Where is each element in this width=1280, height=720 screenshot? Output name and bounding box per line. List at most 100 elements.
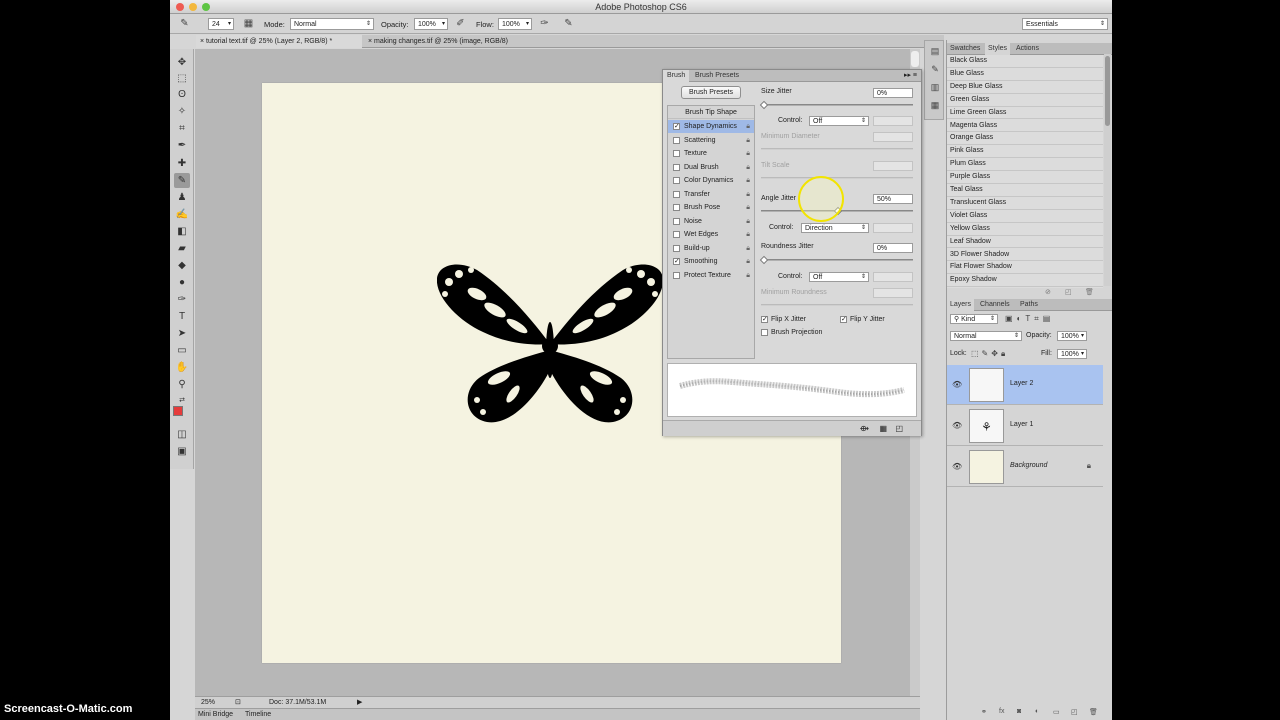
list-item-noise[interactable]: Noise 🔒︎ [668, 215, 754, 228]
mode-select[interactable]: Normal ⇕ [290, 18, 374, 30]
checkbox[interactable]: ✓ [673, 258, 680, 265]
screen-mode-icon[interactable]: ▣ [174, 444, 190, 459]
tab-styles[interactable]: Styles [985, 43, 1011, 55]
minimize-window-button[interactable] [189, 3, 197, 11]
layer-name[interactable]: Background [1010, 462, 1047, 469]
style-item[interactable]: Lime Green Glass [947, 107, 1103, 120]
scrollbar-thumb[interactable] [911, 51, 919, 67]
history-brush-tool-icon[interactable]: ✍ [174, 207, 190, 222]
checkbox[interactable]: ✓ [673, 123, 680, 130]
clone-stamp-tool-icon[interactable]: ♟ [174, 190, 190, 205]
lock-icon[interactable]: 🔒︎ [746, 269, 750, 282]
style-item[interactable]: Deep Blue Glass [947, 81, 1103, 94]
brush-size-field[interactable]: 24 ▾ [208, 18, 234, 30]
checkbox[interactable] [673, 163, 680, 171]
tab-brush-presets[interactable]: Brush Presets [691, 70, 743, 82]
brush-projection-checkbox[interactable]: Brush Projection [761, 329, 822, 336]
delete-layer-icon[interactable]: 🗑︎ [1089, 708, 1098, 716]
style-item[interactable]: Black Glass [947, 55, 1103, 68]
layer-name[interactable]: Layer 2 [1010, 380, 1033, 387]
style-item[interactable]: Plum Glass [947, 158, 1103, 172]
list-item-dual-brush[interactable]: Dual Brush 🔒︎ [668, 161, 754, 174]
gradient-tool-icon[interactable]: ▰ [174, 241, 190, 256]
tab-channels[interactable]: Channels [977, 299, 1013, 311]
foreground-color-swatch[interactable] [173, 406, 183, 416]
roundness-jitter-slider[interactable] [759, 255, 913, 265]
layer-filter-select[interactable]: ⚲ Kind ⇕ [950, 314, 998, 324]
roundness-jitter-field[interactable]: 0% [873, 243, 913, 253]
style-item[interactable]: Blue Glass [947, 68, 1103, 81]
checkbox[interactable] [673, 204, 680, 211]
lock-icon[interactable]: 🔒︎ [746, 147, 750, 160]
opacity-field[interactable]: 100% ▾ [414, 18, 448, 30]
size-jitter-field[interactable]: 0% [873, 88, 913, 98]
angle-control-select[interactable]: Direction ⇕ [801, 223, 869, 233]
zoom-tool-icon[interactable]: ⚲ [174, 377, 190, 392]
history-icon[interactable]: ▤ [929, 45, 941, 57]
checkbox[interactable] [673, 231, 680, 238]
list-item-scattering[interactable]: Scattering 🔒︎ [668, 134, 754, 147]
crop-tool-icon[interactable]: ⌗ [174, 121, 190, 136]
lock-icon[interactable]: 🔒︎ [746, 242, 750, 255]
list-item-smoothing[interactable]: ✓ Smoothing 🔒︎ [668, 255, 754, 268]
path-selection-tool-icon[interactable]: ➤ [174, 326, 190, 341]
list-item-build-up[interactable]: Build-up 🔒︎ [668, 242, 754, 255]
marquee-tool-icon[interactable]: ⬚ [174, 71, 190, 86]
checkbox[interactable] [673, 217, 680, 225]
toggle-live-tip-icon[interactable]: ⟴ [860, 424, 869, 433]
tab-brush[interactable]: Brush [663, 70, 690, 82]
quick-mask-icon[interactable]: ◫ [174, 427, 190, 442]
pressure-opacity-icon[interactable]: ✐ [454, 18, 467, 30]
brush-tool-icon[interactable]: ✎ [174, 173, 190, 188]
slider-knob[interactable] [759, 100, 769, 110]
lock-icon[interactable]: 🔒︎ [746, 201, 750, 214]
new-group-icon[interactable]: ▭ [1053, 708, 1060, 716]
new-preset-icon[interactable]: ◰ [895, 424, 903, 433]
airbrush-icon[interactable]: ✑ [538, 18, 551, 30]
layer-blend-mode-select[interactable]: Normal ⇕ [950, 331, 1022, 341]
lock-icon[interactable]: 🔒︎ [746, 215, 750, 228]
brush-panel-toggle-icon[interactable]: ▦ [242, 18, 255, 30]
list-item-transfer[interactable]: Transfer 🔒︎ [668, 188, 754, 201]
layer-name[interactable]: Layer 1 [1010, 421, 1033, 428]
style-item[interactable]: Flat Flower Shadow [947, 261, 1103, 275]
brush-presets-button[interactable]: Brush Presets [681, 86, 741, 99]
layer-row-background[interactable]: 👁︎ Background 🔒︎ [947, 447, 1103, 487]
link-layers-icon[interactable]: ⚭ [981, 708, 987, 716]
add-mask-icon[interactable]: ◙ [1017, 708, 1021, 715]
pen-tool-icon[interactable]: ✑ [174, 292, 190, 307]
layer-row-layer-2[interactable]: 👁︎ Layer 2 [947, 365, 1103, 405]
list-item-brush-pose[interactable]: Brush Pose 🔒︎ [668, 201, 754, 214]
lock-icon[interactable]: 🔒︎ [746, 188, 750, 201]
style-item[interactable]: 3D Flower Shadow [947, 249, 1103, 262]
style-item[interactable]: Epoxy Shadow [947, 274, 1103, 288]
style-item[interactable]: Yellow Glass [947, 223, 1103, 236]
visibility-eye-icon[interactable]: 👁︎ [952, 421, 962, 430]
lock-options-icons[interactable]: ⬚✎✥🔒︎ [971, 349, 1008, 359]
brush-tip-shape-item[interactable]: Brush Tip Shape [668, 106, 754, 119]
visibility-eye-icon[interactable]: 👁︎ [952, 380, 962, 389]
style-item[interactable]: Orange Glass [947, 132, 1103, 146]
new-layer-icon[interactable]: ◰ [1071, 708, 1078, 716]
lock-icon[interactable]: 🔒︎ [746, 228, 750, 241]
checkbox[interactable] [673, 190, 680, 198]
move-tool-icon[interactable]: ✥ [174, 55, 190, 70]
flip-x-jitter-checkbox[interactable]: ✓ Flip X Jitter [761, 316, 806, 323]
lock-icon[interactable]: 🔒︎ [746, 120, 750, 133]
pressure-size-icon[interactable]: ✎ [562, 18, 575, 30]
dodge-tool-icon[interactable]: ● [174, 275, 190, 290]
lock-icon[interactable]: 🔒︎ [746, 161, 750, 174]
flow-field[interactable]: 100% ▾ [498, 18, 532, 30]
hand-tool-icon[interactable]: ✋ [174, 360, 190, 375]
layer-opacity-field[interactable]: 100% ▾ [1057, 331, 1087, 341]
tab-paths[interactable]: Paths [1017, 299, 1041, 311]
brush-tool-preset-icon[interactable]: ✎ [178, 18, 191, 30]
styles-scrollbar[interactable] [1104, 54, 1111, 286]
tab-swatches[interactable]: Swatches [947, 43, 983, 55]
style-item[interactable]: Green Glass [947, 94, 1103, 107]
adjustment-layer-icon[interactable]: ◐ [1035, 708, 1039, 715]
size-jitter-slider[interactable] [759, 100, 913, 110]
angle-jitter-field[interactable]: 50% [873, 194, 913, 204]
new-style-icon[interactable]: ◰ [1065, 288, 1072, 296]
brush-panel-icon[interactable]: ✎ [929, 63, 941, 75]
